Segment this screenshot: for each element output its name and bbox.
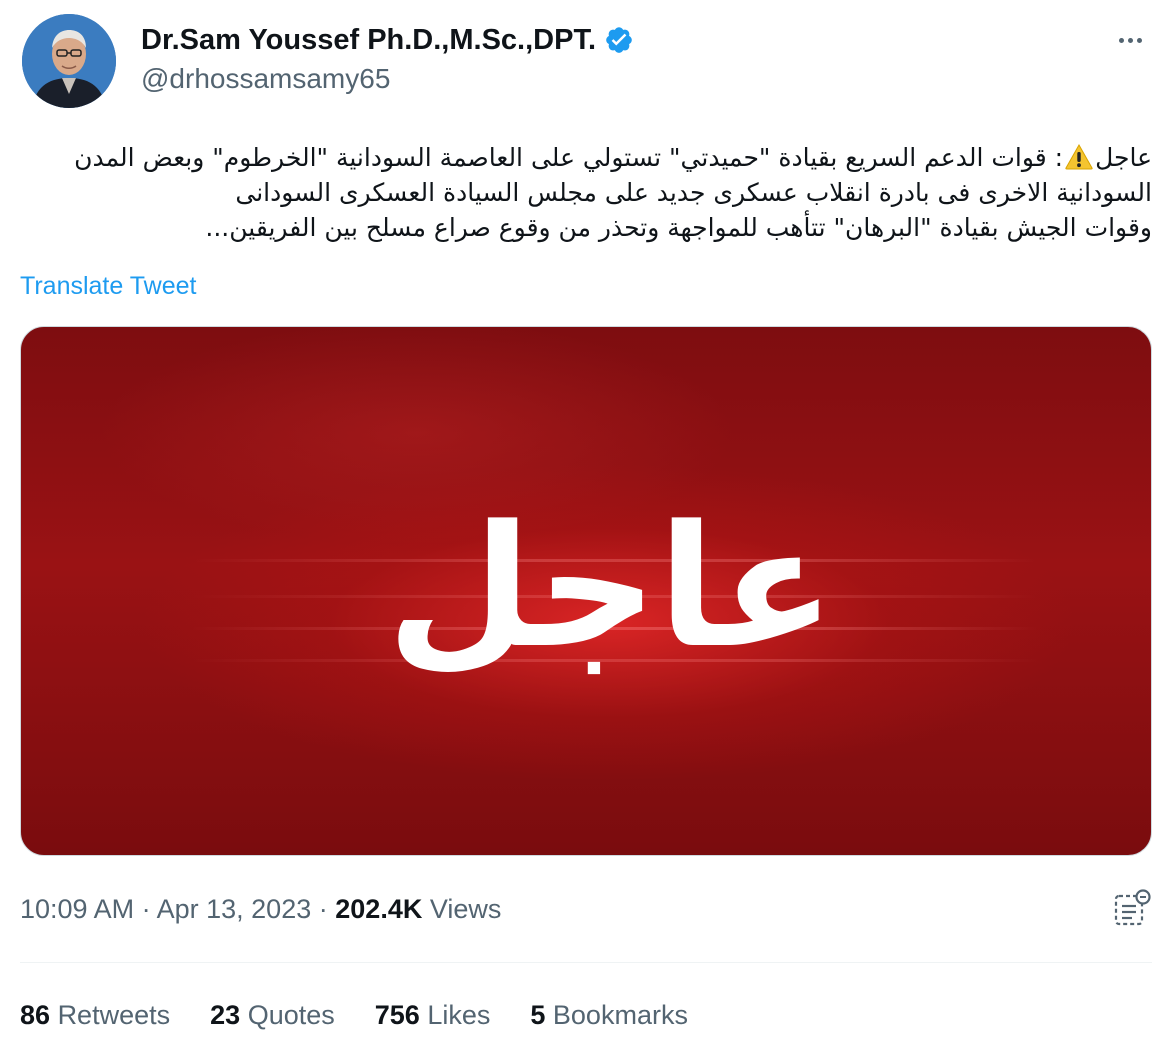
verified-badge-icon[interactable] — [604, 25, 634, 55]
likes-stat[interactable]: 756 Likes — [375, 998, 491, 1032]
author-display-name-row[interactable]: Dr.Sam Youssef Ph.D.,M.Sc.,DPT. — [141, 22, 634, 58]
analytics-icon[interactable] — [1112, 888, 1152, 928]
tweet-time[interactable]: 10:09 AM — [20, 894, 134, 924]
tweet-text-line-2: السودانية الاخرى فى بادرة انقلاب عسكرى ج… — [235, 178, 1152, 207]
translate-tweet-link[interactable]: Translate Tweet — [20, 270, 196, 302]
dot-icon — [1136, 37, 1142, 43]
tweet-detail: Dr.Sam Youssef Ph.D.,M.Sc.,DPT. @drhossa… — [0, 0, 1174, 1058]
dot-icon — [1127, 37, 1133, 43]
avatar-photo — [22, 14, 116, 108]
warning-emoji-icon — [1065, 144, 1093, 170]
tweet-date[interactable]: Apr 13, 2023 — [157, 894, 312, 924]
media-headline-text: عاجل — [386, 489, 836, 685]
views-count: 202.4K — [335, 894, 423, 924]
tweet-text: عاجل: قوات الدعم السريع بقيادة "حميدتي" … — [20, 140, 1152, 245]
retweets-stat[interactable]: 86 Retweets — [20, 998, 170, 1032]
dot-icon — [1118, 37, 1124, 43]
bookmarks-stat[interactable]: 5 Bookmarks — [530, 998, 688, 1032]
meta-separator: · — [318, 894, 328, 924]
quotes-stat[interactable]: 23 Quotes — [210, 998, 335, 1032]
avatar[interactable] — [22, 14, 116, 108]
tweet-meta: 10:09 AM · Apr 13, 2023 · 202.4K Views — [20, 892, 501, 926]
more-options-button[interactable] — [1110, 22, 1150, 58]
author-handle[interactable]: @drhossamsamy65 — [141, 62, 390, 96]
author-display-name[interactable]: Dr.Sam Youssef Ph.D.,M.Sc.,DPT. — [141, 22, 596, 58]
engagement-stats: 86 Retweets 23 Quotes 756 Likes 5 Bookma… — [20, 998, 688, 1032]
tweet-text-line-3: وقوات الجيش بقيادة "البرهان" تتأهب للموا… — [205, 213, 1152, 242]
tweet-text-line-1: عاجل: قوات الدعم السريع بقيادة "حميدتي" … — [74, 143, 1152, 172]
meta-separator: · — [141, 894, 151, 924]
divider — [20, 962, 1152, 963]
tweet-media-image[interactable]: عاجل — [20, 326, 1152, 856]
views-label: Views — [429, 894, 502, 924]
